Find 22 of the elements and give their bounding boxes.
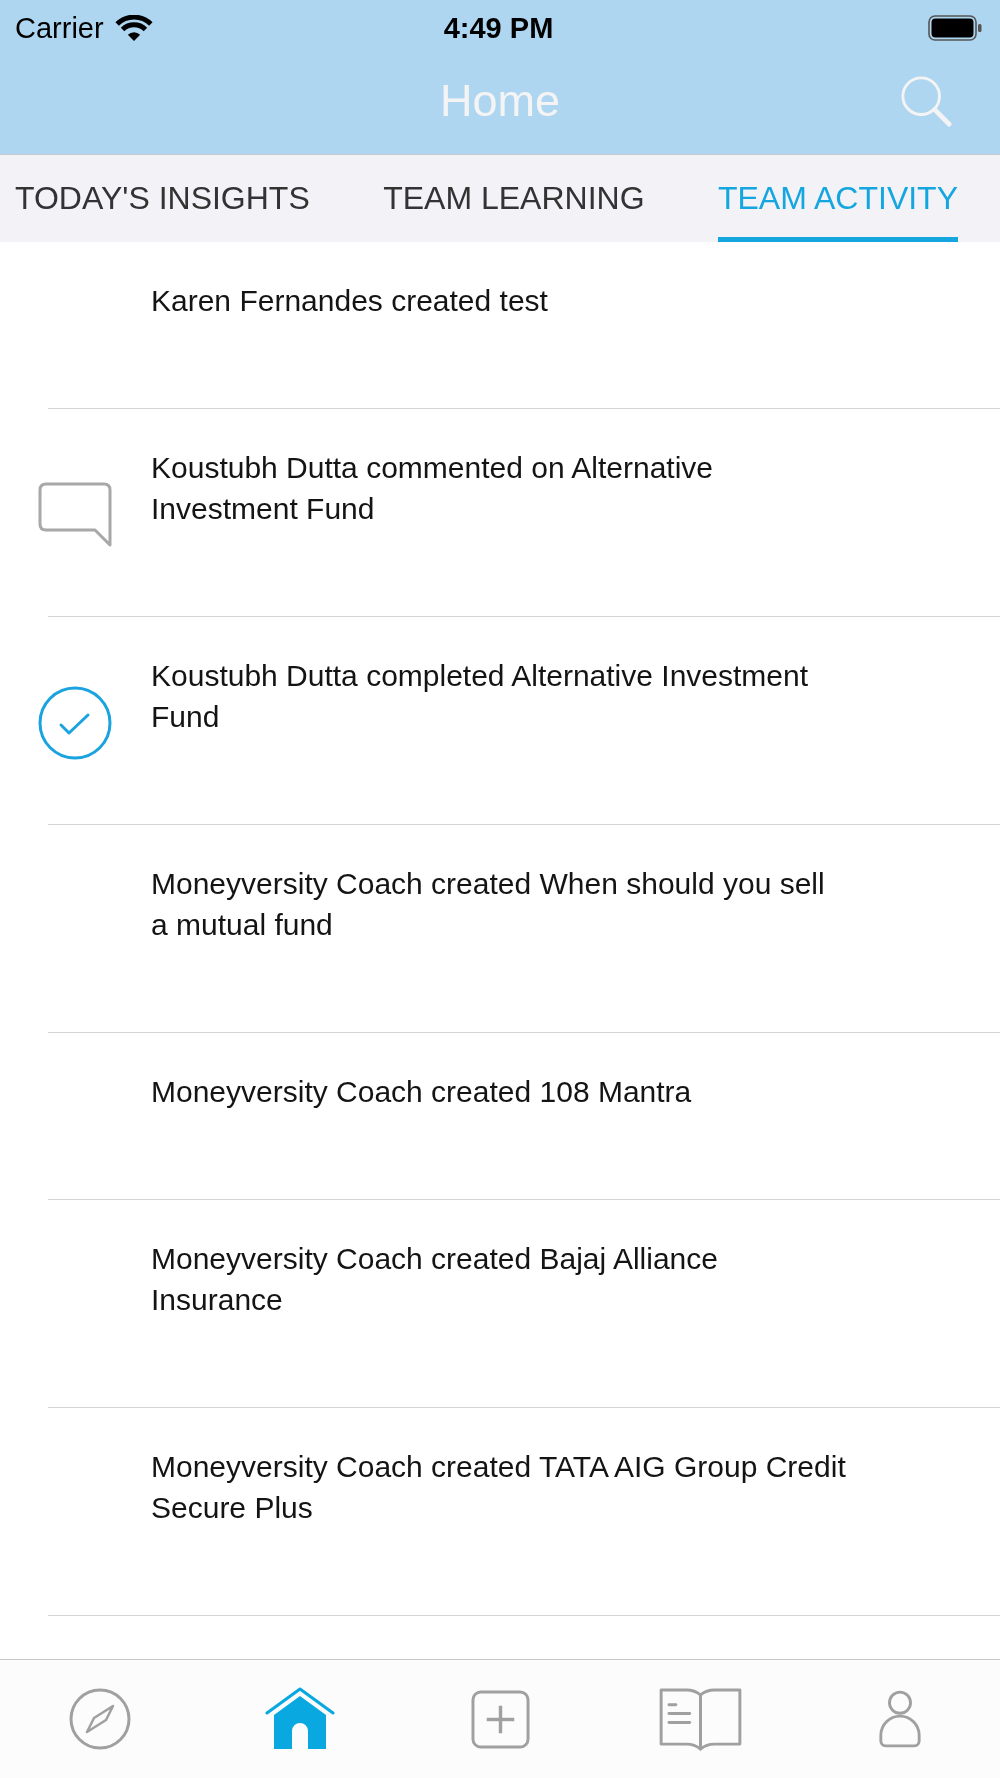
page-title: Home [439, 75, 560, 127]
activity-text[interactable]: Moneyversity Coach created 108 Mantra [151, 1071, 692, 1112]
carrier-label: Carrier [15, 11, 104, 45]
activity-text[interactable]: Moneyversity Coach created When should you sell a mutual fund [151, 863, 825, 945]
home-icon[interactable] [265, 1687, 335, 1751]
activity-text[interactable]: Moneyversity Coach created TATA AIG Group Credit Secure Plus [151, 1446, 846, 1528]
plus-square-icon[interactable] [470, 1689, 530, 1749]
activity-text[interactable]: Koustubh Dutta completed Alternative Investment Fund [151, 655, 809, 737]
search-icon[interactable] [900, 75, 952, 127]
battery-icon [928, 15, 982, 41]
status-time: 4:49 PM [443, 11, 554, 45]
activity-text[interactable]: Karen Fernandes created test [151, 280, 548, 321]
compass-icon[interactable] [69, 1688, 131, 1750]
activity-text[interactable]: Koustubh Dutta commented on Alternative Investment Fund [151, 447, 713, 529]
comment-icon [38, 482, 112, 548]
check-circle-icon [38, 686, 112, 760]
book-icon[interactable] [658, 1687, 742, 1751]
tab[interactable]: TEAM LEARNING [383, 155, 645, 242]
tab[interactable]: TODAY'S INSIGHTS [15, 155, 310, 242]
person-icon[interactable] [877, 1690, 923, 1748]
activity-text[interactable]: Moneyversity Coach created Bajaj Alliance Insurance [151, 1238, 718, 1320]
wifi-icon [113, 14, 154, 42]
